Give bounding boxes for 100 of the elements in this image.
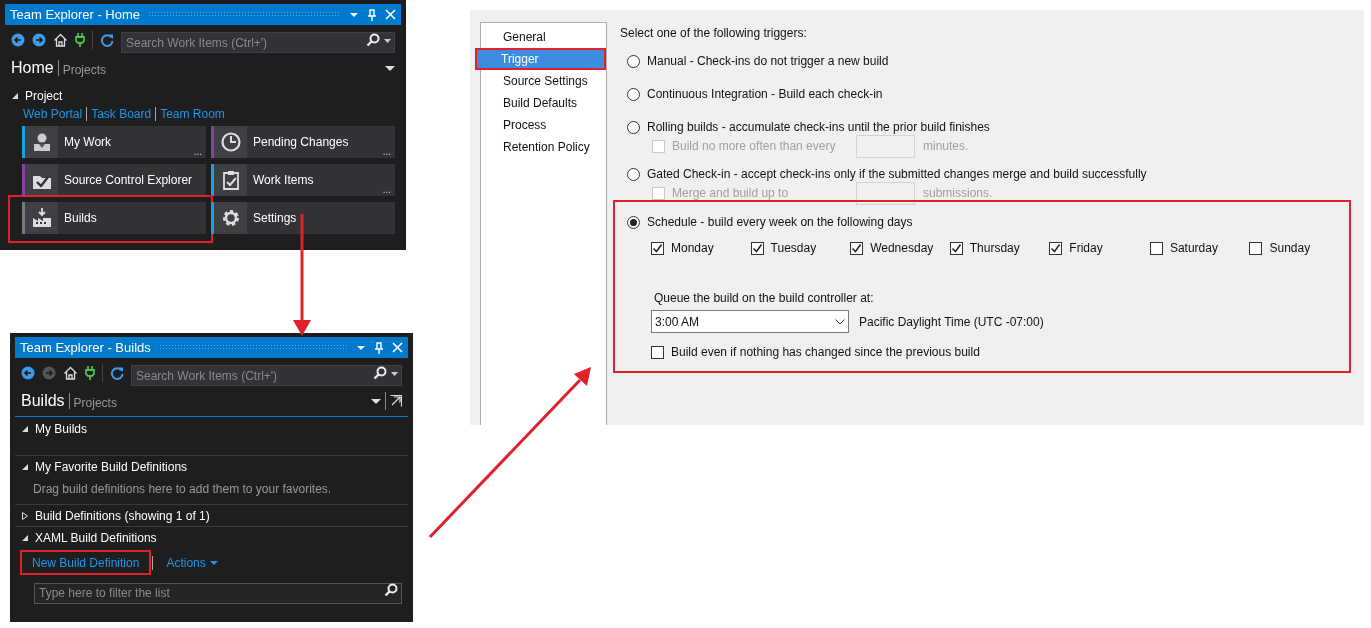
dropdown-icon[interactable] xyxy=(209,559,218,566)
checkbox-label: Monday xyxy=(671,240,714,257)
link[interactable]: Team Room xyxy=(160,105,225,123)
more-indicator[interactable]: ... xyxy=(193,147,202,157)
tile-button[interactable]: Pending Changes ... xyxy=(211,126,395,158)
nav-item[interactable]: Build Defaults xyxy=(481,92,606,114)
search-icon[interactable] xyxy=(384,583,398,597)
close-icon[interactable] xyxy=(385,9,396,20)
checkbox-label: Build even if nothing has changed since the previous build xyxy=(671,344,980,361)
radio-label: Continuous Integration - Build each check-in xyxy=(647,86,883,103)
nav-item[interactable]: Source Settings xyxy=(481,70,606,92)
filter-field[interactable]: Type here to filter the list xyxy=(34,582,402,604)
link[interactable]: New Build Definition xyxy=(20,550,152,575)
tile-button[interactable]: Builds xyxy=(22,202,206,234)
search-icon[interactable] xyxy=(366,32,380,47)
radio-button[interactable] xyxy=(627,120,640,134)
radio-label: Gated Check-in - accept check-ins only if the submitted changes merge and build successfully xyxy=(647,166,1147,183)
home-icon[interactable] xyxy=(53,33,68,47)
link[interactable]: Web Portal xyxy=(23,105,83,123)
check-icon xyxy=(851,242,863,254)
search-field[interactable]: Search Work Items (Ctrl+') xyxy=(121,32,395,53)
link[interactable]: Actions xyxy=(154,550,230,575)
dropdown-icon[interactable] xyxy=(371,396,381,406)
checkbox[interactable] xyxy=(1049,241,1063,255)
close-icon[interactable] xyxy=(392,342,403,353)
number-field[interactable] xyxy=(856,134,915,158)
checkbox-label: Friday xyxy=(1069,240,1103,257)
more-indicator[interactable]: ... xyxy=(382,147,391,157)
projects-link[interactable]: Projects xyxy=(62,60,107,79)
checkbox[interactable] xyxy=(850,241,864,255)
tile-button[interactable]: Settings xyxy=(211,202,395,234)
radio-label: Manual - Check-ins do not trigger a new build xyxy=(647,53,889,70)
section-header[interactable]: Build Definitions (showing 1 of 1) xyxy=(35,507,210,525)
chevron-down-icon xyxy=(835,318,845,325)
check-icon xyxy=(652,242,663,254)
expanded-icon[interactable] xyxy=(21,534,29,542)
checkbox[interactable] xyxy=(651,345,664,359)
checkbox[interactable] xyxy=(750,241,764,255)
unit-label: minutes. xyxy=(923,138,969,155)
projects-link[interactable]: Projects xyxy=(73,393,117,412)
section-header[interactable]: Project xyxy=(25,87,63,105)
checkbox[interactable] xyxy=(1249,241,1263,255)
page-title: Builds xyxy=(21,391,65,411)
collapsed-icon[interactable] xyxy=(21,512,29,520)
check-icon xyxy=(950,242,962,254)
checkbox-label: Saturday xyxy=(1169,240,1218,257)
nav-item[interactable]: Process xyxy=(481,114,606,136)
more-indicator[interactable]: ... xyxy=(382,185,391,195)
checkbox-label: Merge and build up to xyxy=(671,185,790,202)
prompt-text: Select one of the following triggers: xyxy=(620,25,808,42)
number-field[interactable] xyxy=(856,181,915,205)
section-header[interactable]: My Builds xyxy=(35,420,87,438)
radio-label: Schedule - build every week on the following days xyxy=(647,214,913,231)
check-icon xyxy=(1050,242,1062,254)
back-icon[interactable] xyxy=(11,33,25,47)
nav-item[interactable]: Retention Policy xyxy=(481,136,606,158)
hint-text: Drag build definitions here to add them to your favorites. xyxy=(32,481,333,498)
window-title: Team Explorer - Home xyxy=(10,5,141,24)
checkbox-label: Sunday xyxy=(1269,240,1311,257)
section-header[interactable]: XAML Build Definitions xyxy=(35,529,157,547)
checkbox-label: Thursday xyxy=(969,240,1020,257)
unit-label: submissions. xyxy=(923,185,993,202)
field-label: Queue the build on the build controller at: xyxy=(653,290,875,305)
back-icon[interactable] xyxy=(21,366,35,380)
time-dropdown[interactable]: 3:00 AM xyxy=(651,310,849,333)
search-icon[interactable] xyxy=(373,365,387,380)
home-icon[interactable] xyxy=(63,366,78,380)
plug-icon[interactable] xyxy=(85,366,95,380)
clock-icon xyxy=(219,131,242,153)
checkbox[interactable] xyxy=(1149,241,1163,255)
forward-icon[interactable] xyxy=(32,33,46,47)
page-title: Home xyxy=(11,58,54,78)
dropdown-icon[interactable] xyxy=(385,63,395,73)
pin-icon[interactable] xyxy=(374,341,384,354)
checkbox[interactable] xyxy=(651,241,664,255)
nav-item[interactable]: General xyxy=(481,26,606,48)
search-field[interactable]: Search Work Items (Ctrl+') xyxy=(131,365,402,386)
expanded-icon[interactable] xyxy=(11,92,19,100)
tile-button[interactable]: Source Control Explorer xyxy=(22,164,206,196)
refresh-icon[interactable] xyxy=(110,366,124,380)
radio-label: Rolling builds - accumulate check-ins until the prior build finishes xyxy=(647,119,990,136)
pop-out-icon[interactable] xyxy=(390,395,402,407)
link[interactable]: Task Board xyxy=(91,105,152,123)
factory-download-icon xyxy=(30,207,53,229)
pin-icon[interactable] xyxy=(367,8,377,21)
plug-icon[interactable] xyxy=(75,33,85,47)
section-header[interactable]: My Favorite Build Definitions xyxy=(35,458,188,476)
checkbox-label: Build no more often than every xyxy=(671,138,837,155)
checkbox-label: Wednesday xyxy=(870,240,934,257)
expanded-icon[interactable] xyxy=(21,463,29,471)
refresh-icon[interactable] xyxy=(100,33,114,47)
radio-button[interactable] xyxy=(627,215,640,229)
checkbox-label: Tuesday xyxy=(770,240,817,257)
tile-button[interactable]: Work Items ... xyxy=(211,164,395,196)
expanded-icon[interactable] xyxy=(21,425,29,433)
radio-button[interactable] xyxy=(627,167,640,181)
checkbox[interactable] xyxy=(949,241,963,255)
radio-button[interactable] xyxy=(627,87,640,101)
radio-button[interactable] xyxy=(627,54,640,68)
tile-button[interactable]: My Work ... xyxy=(22,126,206,158)
